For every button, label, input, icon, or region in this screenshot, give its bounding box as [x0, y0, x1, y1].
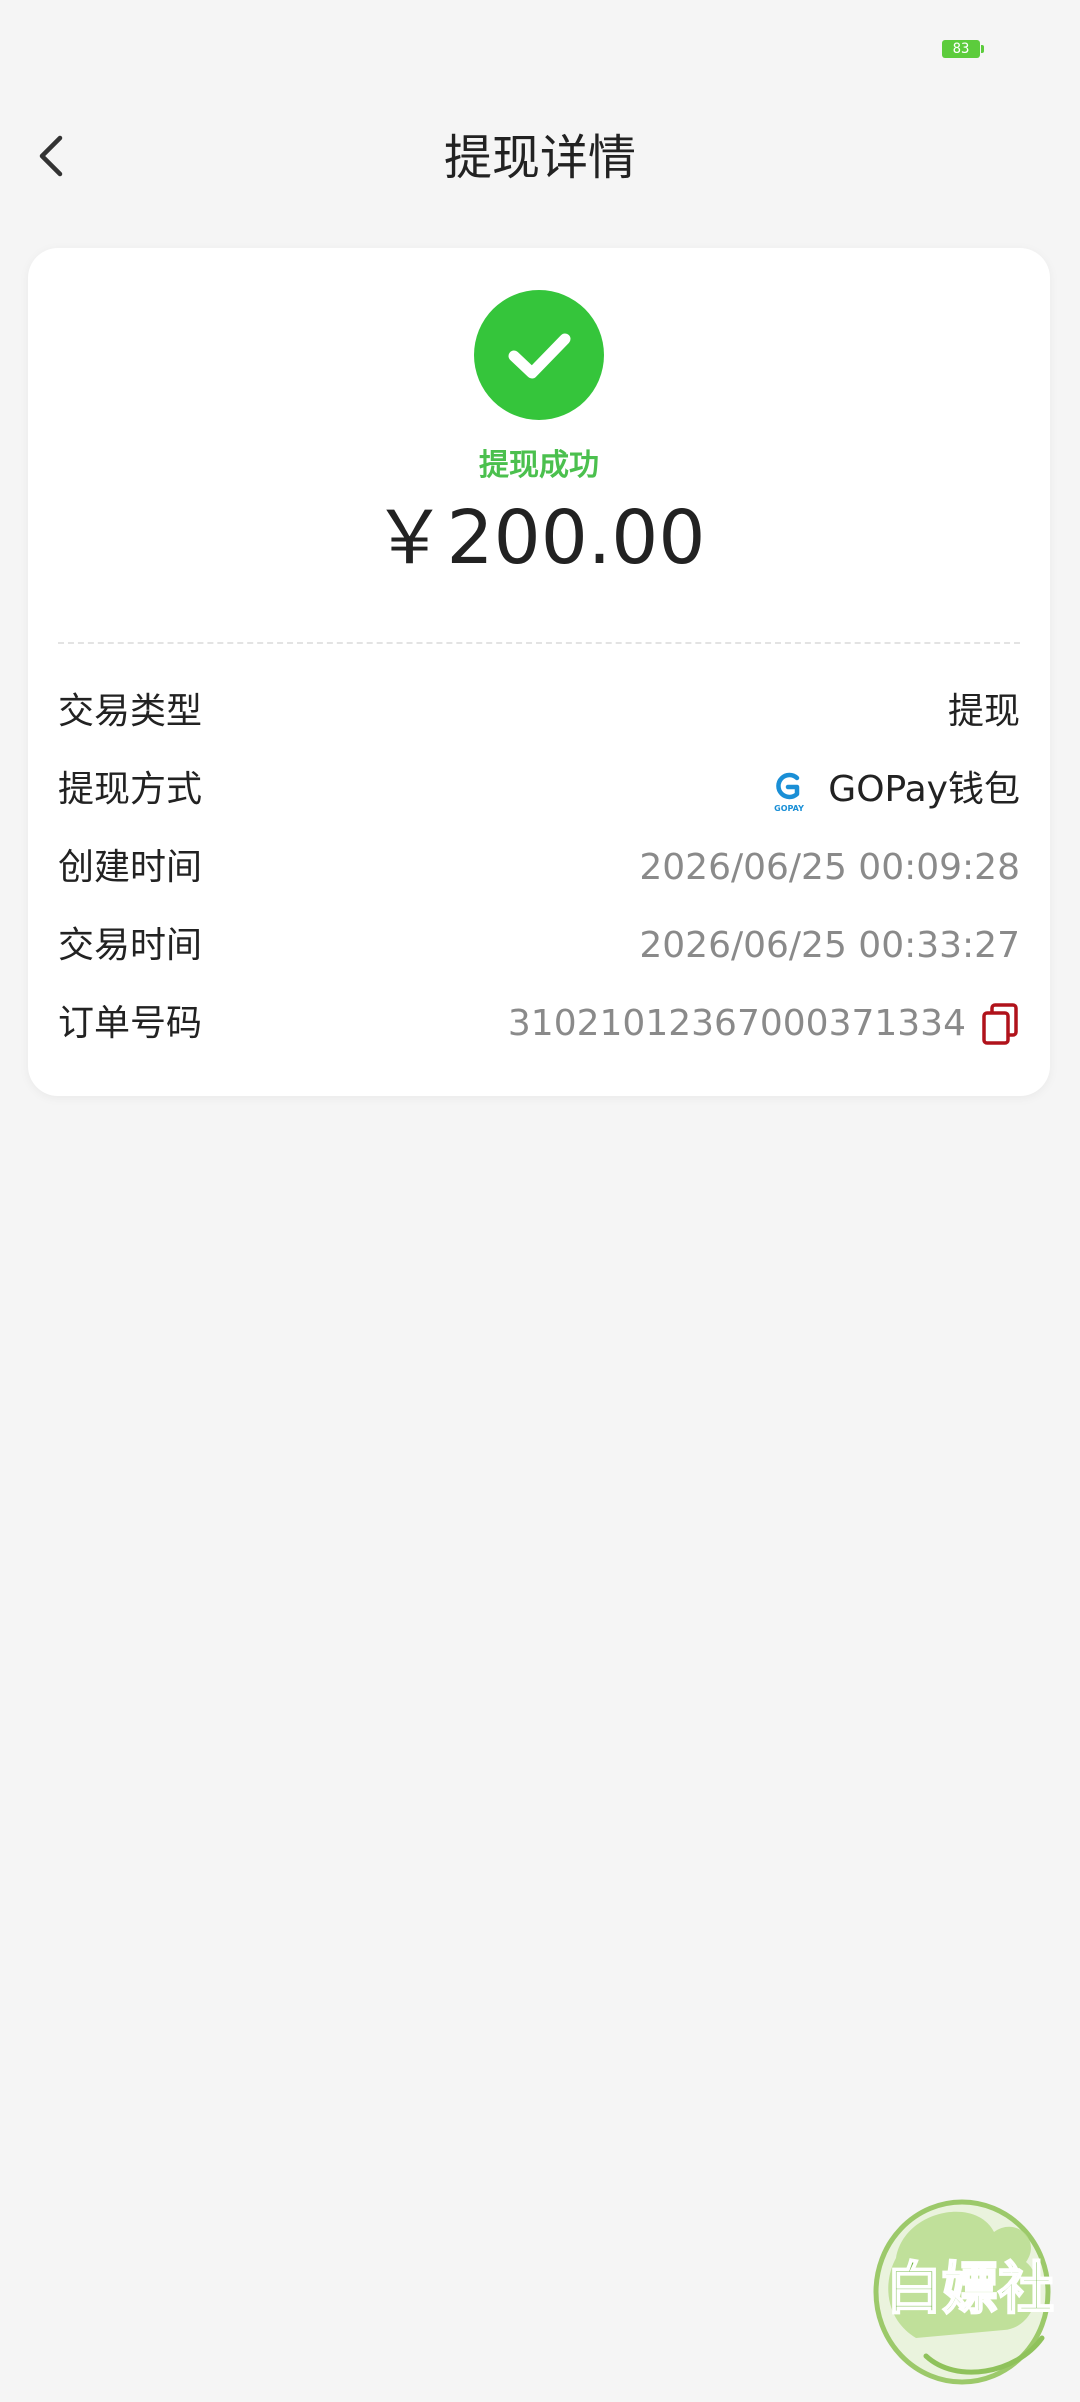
order-number-label: 订单号码 — [58, 1003, 203, 1044]
created-time-label: 创建时间 — [58, 847, 203, 888]
order-number-group: 31021012367000371334 — [508, 994, 1020, 1054]
status-text: 提现成功 — [479, 448, 599, 483]
transaction-type-label: 交易类型 — [58, 691, 203, 732]
detail-row-transaction-time: 交易时间 2026/06/25 00:33:27 — [58, 916, 1020, 976]
withdrawal-detail-card: 提现成功 ￥200.00 交易类型 提现 提现方式 GOPAY GOPay钱包 … — [28, 248, 1050, 1096]
divider — [58, 642, 1020, 644]
order-number-value: 31021012367000371334 — [507, 1003, 966, 1044]
copy-icon[interactable] — [980, 1002, 1020, 1046]
nav-bar: 提现详情 — [0, 96, 1080, 220]
detail-row-created-time: 创建时间 2026/06/25 00:09:28 — [58, 838, 1020, 898]
created-time-value: 2026/06/25 00:09:28 — [639, 847, 1020, 888]
method-value-group: GOPAY GOPay钱包 — [766, 760, 1020, 820]
transaction-time-label: 交易时间 — [58, 925, 203, 966]
detail-row-method: 提现方式 GOPAY GOPay钱包 — [58, 760, 1020, 820]
method-label: 提现方式 — [58, 769, 203, 810]
status-bar: 83 — [0, 0, 1080, 96]
transaction-type-value: 提现 — [947, 691, 1020, 732]
gopay-logo-text: GOPAY — [774, 804, 804, 813]
detail-row-transaction-type: 交易类型 提现 — [58, 682, 1020, 742]
amount: ￥200.00 — [372, 495, 706, 581]
page-title: 提现详情 — [443, 130, 636, 186]
watermark-text: 白嫖社 — [886, 2256, 1054, 2322]
success-check-icon — [474, 290, 604, 420]
watermark-logo: 白嫖社 — [866, 2188, 1076, 2398]
transaction-time-value: 2026/06/25 00:33:27 — [639, 925, 1020, 966]
detail-row-order-number: 订单号码 31021012367000371334 — [58, 994, 1020, 1054]
battery-icon: 83 — [942, 40, 984, 58]
method-value: GOPay钱包 — [828, 769, 1020, 810]
gopay-logo-icon: GOPAY — [766, 767, 812, 813]
